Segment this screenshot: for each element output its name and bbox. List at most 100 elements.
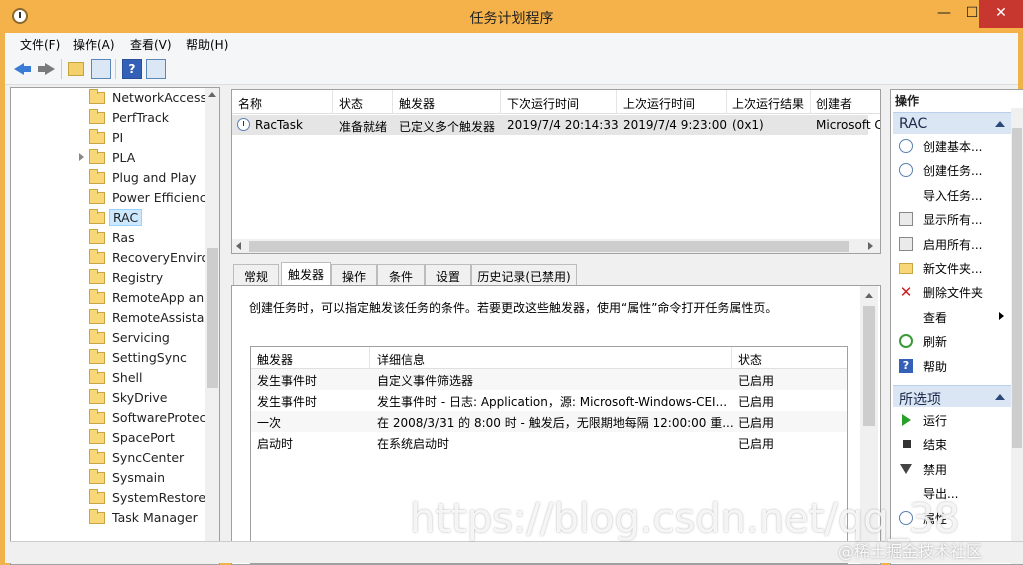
column-header-status[interactable]: 状态 xyxy=(339,95,363,112)
table-row[interactable]: 一次 在 2008/3/31 的 8:00 时 - 触发后，无限期地每隔 12:… xyxy=(251,411,847,432)
column-divider[interactable] xyxy=(332,90,333,114)
tab-actions[interactable]: 操作 xyxy=(331,264,377,286)
show-hide-action-pane-icon[interactable] xyxy=(146,59,166,79)
action-item[interactable]: 导入任务... xyxy=(893,184,1011,206)
column-header-next-run[interactable]: 下次运行时间 xyxy=(507,95,579,112)
tree-item-label: SettingSync xyxy=(112,350,187,365)
column-divider[interactable] xyxy=(810,90,811,114)
close-button[interactable]: ✕ xyxy=(979,0,1023,28)
expand-chevron-icon[interactable] xyxy=(79,153,84,161)
tree-item[interactable]: PI xyxy=(11,128,207,148)
column-divider[interactable] xyxy=(392,90,393,114)
tree-item[interactable]: Servicing xyxy=(11,328,207,348)
collapse-caret-icon[interactable] xyxy=(995,121,1005,127)
column-header-last-run[interactable]: 上次运行时间 xyxy=(623,95,695,112)
menu-action[interactable]: 操作(A) xyxy=(73,36,115,53)
tree-item[interactable]: Registry xyxy=(11,268,207,288)
forward-arrow-icon[interactable] xyxy=(36,59,56,79)
folder-icon xyxy=(89,149,105,164)
tab-settings[interactable]: 设置 xyxy=(425,264,471,286)
tree-item[interactable]: RemoteAssistan xyxy=(11,308,212,328)
scroll-right-arrow-icon[interactable] xyxy=(868,242,873,250)
column-divider[interactable] xyxy=(369,347,370,369)
tree-item[interactable]: NetworkAccessP xyxy=(11,88,215,108)
scroll-thumb[interactable] xyxy=(249,241,849,252)
tab-triggers[interactable]: 触发器 xyxy=(281,262,331,287)
tree-item[interactable]: SystemRestore xyxy=(11,488,207,508)
table-row[interactable]: 启动时 在系统启动时 已启用 xyxy=(251,432,847,453)
column-header-name[interactable]: 名称 xyxy=(238,95,262,112)
tree-item[interactable]: SyncCenter xyxy=(11,448,207,468)
action-item[interactable]: 创建任务... xyxy=(893,159,1011,181)
show-hide-console-tree-icon[interactable] xyxy=(91,59,111,79)
menu-view[interactable]: 查看(V) xyxy=(130,36,172,53)
tree-item[interactable]: SpacePort xyxy=(11,428,207,448)
action-item[interactable]: ✕ 删除文件夹 xyxy=(893,281,1011,303)
actions-section-rac[interactable]: RAC xyxy=(893,112,1011,134)
table-row[interactable]: 发生事件时 发生事件时 - 日志: Application，源: Microso… xyxy=(251,390,847,411)
folder-icon xyxy=(89,129,105,144)
column-header-trigger[interactable]: 触发器 xyxy=(257,351,293,368)
action-item[interactable]: 创建基本... xyxy=(893,135,1011,157)
tree-item[interactable]: SoftwareProtect xyxy=(11,408,211,428)
column-header-author[interactable]: 创建者 xyxy=(816,95,852,112)
action-item[interactable]: 刷新 xyxy=(893,330,1011,352)
title-bar[interactable]: 任务计划程序 — ☐ ✕ xyxy=(0,0,1023,33)
action-item[interactable]: ? 帮助 xyxy=(893,355,1011,377)
collapse-caret-icon[interactable] xyxy=(995,394,1005,400)
tree-item[interactable]: RemoteApp and xyxy=(11,288,212,308)
actions-vertical-scrollbar[interactable] xyxy=(1011,108,1023,564)
scroll-thumb[interactable] xyxy=(207,248,218,388)
column-header-last-result[interactable]: 上次运行结果 xyxy=(732,95,804,112)
help-icon[interactable]: ? xyxy=(122,59,142,79)
folder-up-icon[interactable] xyxy=(68,62,84,76)
column-header-status[interactable]: 状态 xyxy=(738,351,762,368)
action-item[interactable]: 结束 xyxy=(893,433,1011,455)
tab-general[interactable]: 常规 xyxy=(233,264,279,286)
actions-section-selected-item[interactable]: 所选项 xyxy=(893,385,1011,408)
section-label: RAC xyxy=(899,116,928,132)
task-list-horizontal-scrollbar[interactable] xyxy=(232,239,880,253)
toolbar: ? xyxy=(5,55,1018,85)
console-tree[interactable]: Task Manager SystemRestore Sysmain SyncCent… xyxy=(10,87,220,565)
tree-item[interactable]: Ras xyxy=(11,228,207,248)
table-row[interactable]: 发生事件时 自定义事件筛选器 已启用 xyxy=(251,369,847,390)
action-item[interactable]: 显示所有... xyxy=(893,208,1011,230)
tree-vertical-scrollbar[interactable] xyxy=(205,88,219,564)
tree-item[interactable]: SettingSync xyxy=(11,348,207,368)
task-list[interactable]: 名称 状态 触发器 下次运行时间 上次运行时间 上次运行结果 创建者 RacTa… xyxy=(231,89,881,254)
column-divider[interactable] xyxy=(731,347,732,369)
scroll-up-arrow-icon[interactable] xyxy=(865,293,873,298)
tree-item[interactable]: Task Manager xyxy=(11,508,207,528)
scroll-thumb[interactable] xyxy=(863,306,875,426)
tree-item[interactable]: RecoveryEnviron xyxy=(11,248,217,268)
column-header-trigger[interactable]: 触发器 xyxy=(399,95,435,112)
folder-icon xyxy=(89,229,105,244)
action-item[interactable]: 禁用 xyxy=(893,458,1011,480)
tree-item[interactable]: PerfTrack xyxy=(11,108,207,128)
scroll-left-arrow-icon[interactable] xyxy=(236,242,241,250)
table-row[interactable]: RacTask 准备就绪 已定义多个触发器 2019/7/4 20:14:33 … xyxy=(232,115,880,135)
tab-history[interactable]: 历史记录(已禁用) xyxy=(471,264,577,286)
tree-item[interactable]: PLA xyxy=(11,148,207,168)
column-divider[interactable] xyxy=(616,90,617,114)
scroll-thumb[interactable] xyxy=(1012,128,1022,448)
back-arrow-icon[interactable] xyxy=(13,59,33,79)
menu-help[interactable]: 帮助(H) xyxy=(186,36,228,53)
tree-item[interactable]: RAC xyxy=(11,208,207,228)
column-divider[interactable] xyxy=(500,90,501,114)
action-item[interactable]: 查看 xyxy=(893,306,1011,328)
scroll-up-arrow-icon[interactable] xyxy=(208,92,216,97)
action-item[interactable]: 运行 xyxy=(893,409,1011,431)
tree-item[interactable]: SkyDrive xyxy=(11,388,207,408)
tree-item[interactable]: Shell xyxy=(11,368,207,388)
tree-item[interactable]: Sysmain xyxy=(11,468,207,488)
action-item[interactable]: 新文件夹... xyxy=(893,257,1011,279)
menu-file[interactable]: 文件(F) xyxy=(20,36,60,53)
tree-item[interactable]: Power Efficiency xyxy=(11,188,214,208)
tree-item[interactable]: Plug and Play xyxy=(11,168,207,188)
tab-conditions[interactable]: 条件 xyxy=(377,264,425,286)
action-item[interactable]: 启用所有... xyxy=(893,233,1011,255)
column-divider[interactable] xyxy=(726,90,727,114)
column-header-details[interactable]: 详细信息 xyxy=(377,351,425,368)
